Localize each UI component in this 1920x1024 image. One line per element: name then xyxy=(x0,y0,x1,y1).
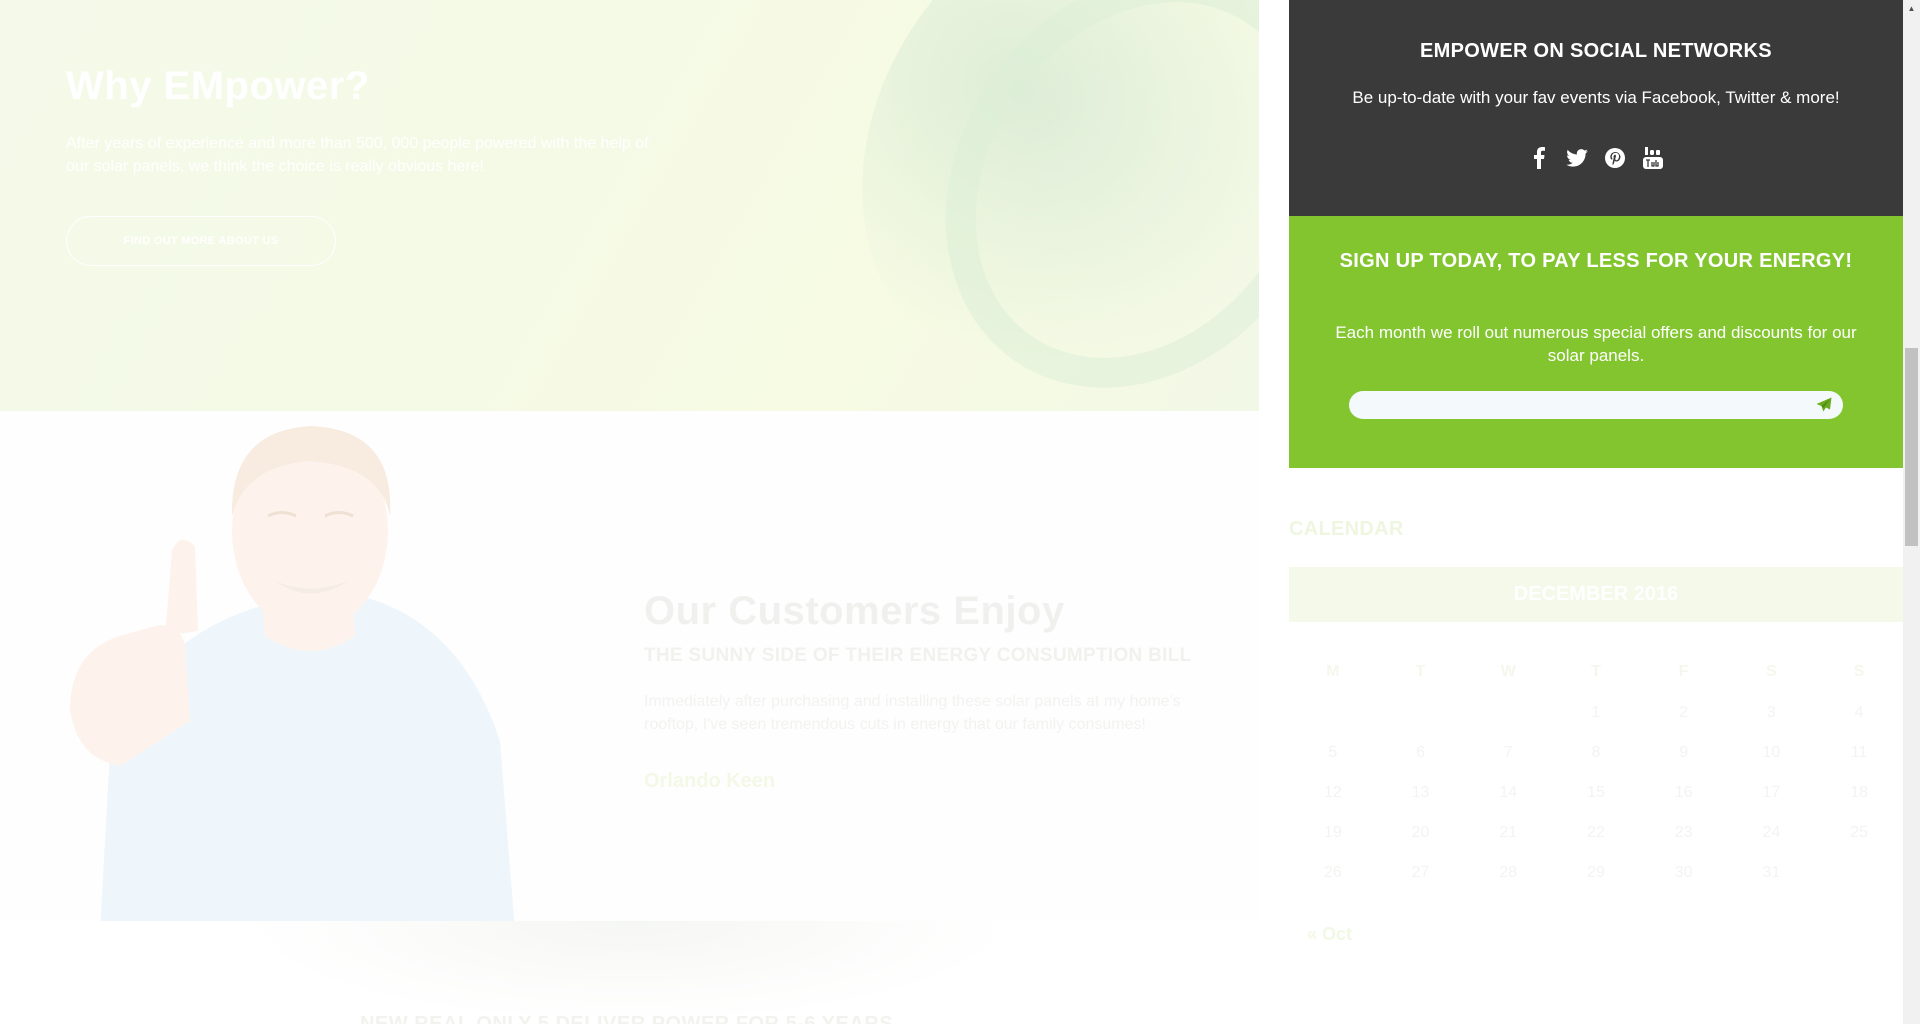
calendar-day: 26 xyxy=(1323,864,1342,881)
weekday-label: S xyxy=(1853,663,1865,680)
testimonial-quote: Immediately after purchasing and install… xyxy=(644,693,1181,733)
calendar-week-row: 26 27 28 29 30 31 xyxy=(1289,853,1903,893)
scroll-up-arrow-icon[interactable]: ▲ xyxy=(1903,0,1920,17)
calendar-day: 3 xyxy=(1766,704,1776,721)
why-empower-section: Why EMpower? After years of experience a… xyxy=(0,0,1259,411)
calendar-day xyxy=(1815,853,1903,893)
weekday-label: T xyxy=(1591,663,1601,680)
weekday-label: T xyxy=(1415,663,1426,680)
calendar-day: 2 xyxy=(1679,704,1689,721)
calendar-title: CALENDAR xyxy=(1289,518,1404,540)
calendar-day: 17 xyxy=(1762,784,1781,801)
calendar-day xyxy=(1289,693,1377,733)
testimonial-author: Orlando Keen xyxy=(644,770,776,792)
pinterest-icon[interactable] xyxy=(1604,146,1626,170)
calendar-day: 27 xyxy=(1411,864,1430,881)
signup-text: Each month we roll out numerous special … xyxy=(1335,323,1857,365)
calendar-day: 14 xyxy=(1499,784,1518,801)
calendar-day: 19 xyxy=(1323,824,1342,841)
calendar-weekday-row: M T W T F S S xyxy=(1289,651,1903,693)
calendar-day: 7 xyxy=(1503,744,1513,761)
email-input[interactable] xyxy=(1363,395,1787,417)
calendar-day: 30 xyxy=(1674,864,1693,881)
weekday-label: M xyxy=(1326,663,1340,680)
calendar-day: 18 xyxy=(1850,784,1868,801)
calendar-day: 16 xyxy=(1674,784,1693,801)
calendar-day: 25 xyxy=(1850,824,1868,841)
calendar-day: 28 xyxy=(1499,864,1518,881)
calendar-month-header: DECEMBER 2016 xyxy=(1289,567,1903,622)
decorative-glow xyxy=(240,921,1020,1024)
weekday-label: S xyxy=(1766,663,1777,680)
calendar-week-row: 12 13 14 15 16 17 18 xyxy=(1289,773,1903,813)
calendar-week-row: 5 6 7 8 9 10 11 xyxy=(1289,733,1903,773)
facebook-icon[interactable] xyxy=(1528,146,1550,170)
calendar-day: 29 xyxy=(1587,864,1605,881)
social-icons-row xyxy=(1289,146,1903,172)
customer-photo xyxy=(60,421,560,931)
find-out-more-button[interactable]: FIND OUT MORE ABOUT US xyxy=(66,216,336,266)
twitter-icon[interactable] xyxy=(1566,146,1588,170)
testimonial-section: Our Customers Enjoy THE SUNNY SIDE OF TH… xyxy=(0,411,1259,931)
calendar-day: 24 xyxy=(1762,824,1781,841)
signup-form xyxy=(1349,391,1843,419)
calendar-prev-month-link[interactable]: « Oct xyxy=(1307,924,1352,945)
why-title: Why EMpower? xyxy=(66,64,370,108)
scrollbar-thumb[interactable] xyxy=(1905,348,1918,546)
calendar-day: 10 xyxy=(1762,744,1781,761)
bottom-section xyxy=(0,921,1259,1024)
main-content: Why EMpower? After years of experience a… xyxy=(0,0,1259,1024)
calendar-day: 20 xyxy=(1411,824,1430,841)
why-description: After years of experience and more than … xyxy=(66,135,649,175)
calendar-week-row: 1 2 3 4 xyxy=(1289,693,1903,733)
calendar-week-row: 19 20 21 22 23 24 25 xyxy=(1289,813,1903,853)
calendar-day: 9 xyxy=(1679,744,1689,761)
calendar-grid: M T W T F S S 1 2 3 4 5 6 7 8 9 10 11 12… xyxy=(1289,651,1903,893)
sidebar: EMPOWER ON SOCIAL NETWORKS Be up-to-date… xyxy=(1289,0,1903,1024)
calendar-day xyxy=(1464,693,1552,733)
youtube-icon[interactable] xyxy=(1642,146,1664,170)
testimonial-subtitle: THE SUNNY SIDE OF THEIR ENERGY CONSUMPTI… xyxy=(644,645,1192,666)
calendar-day: 4 xyxy=(1854,704,1864,721)
calendar-day: 13 xyxy=(1411,784,1430,801)
newsletter-signup-widget: SIGN UP TODAY, TO PAY LESS FOR YOUR ENER… xyxy=(1289,216,1903,468)
calendar-day: 31 xyxy=(1762,864,1781,881)
calendar-day: 12 xyxy=(1323,784,1342,801)
calendar-day: 15 xyxy=(1587,784,1605,801)
social-widget-text: Be up-to-date with your fav events via F… xyxy=(1352,88,1840,107)
weekday-label: F xyxy=(1678,663,1689,680)
calendar-day: 22 xyxy=(1587,824,1605,841)
calendar-day xyxy=(1377,693,1465,733)
calendar-day: 23 xyxy=(1674,824,1693,841)
calendar-day: 21 xyxy=(1499,824,1518,841)
weekday-label: W xyxy=(1500,663,1516,680)
calendar-day: 1 xyxy=(1591,704,1601,721)
page-scrollbar[interactable]: ▲ xyxy=(1903,0,1920,1024)
send-icon[interactable] xyxy=(1815,396,1833,414)
social-networks-widget: EMPOWER ON SOCIAL NETWORKS Be up-to-date… xyxy=(1289,0,1903,216)
bottom-section-heading: NEW REAL ONLY 5 DELIVER POWER FOR 5-6 YE… xyxy=(360,1013,894,1024)
social-widget-title: EMPOWER ON SOCIAL NETWORKS xyxy=(1420,40,1772,62)
calendar-day: 6 xyxy=(1416,744,1425,761)
testimonial-title: Our Customers Enjoy xyxy=(644,589,1065,633)
calendar-day: 5 xyxy=(1328,744,1338,761)
calendar-day: 11 xyxy=(1850,744,1868,761)
signup-title: SIGN UP TODAY, TO PAY LESS FOR YOUR ENER… xyxy=(1339,250,1853,272)
calendar-day: 8 xyxy=(1591,744,1601,761)
